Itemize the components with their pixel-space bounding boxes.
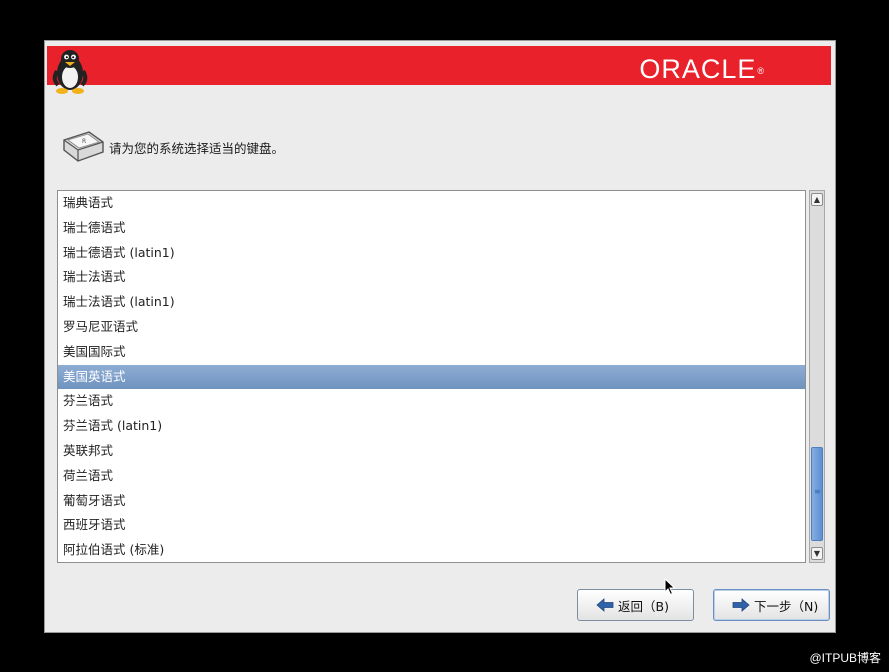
- oracle-logo: ORACLE®: [639, 55, 765, 83]
- list-item[interactable]: 美国国际式: [58, 340, 805, 365]
- list-item[interactable]: 阿拉伯语式 (标准): [58, 538, 805, 562]
- list-item[interactable]: 瑞典语式: [58, 191, 805, 216]
- next-button-label: 下一步（N): [754, 598, 819, 614]
- brand-text: ORACLE: [639, 54, 757, 84]
- svg-text:R: R: [82, 138, 86, 145]
- list-item[interactable]: 芬兰语式: [58, 389, 805, 414]
- list-item[interactable]: 瑞士法语式 (latin1): [58, 290, 805, 315]
- grip-icon: ≡: [814, 487, 821, 496]
- list-item[interactable]: 瑞士德语式 (latin1): [58, 241, 805, 266]
- list-item[interactable]: 西班牙语式: [58, 513, 805, 538]
- list-item[interactable]: 芬兰语式 (latin1): [58, 414, 805, 439]
- mouse-pointer-icon: [664, 578, 676, 596]
- list-item[interactable]: 罗马尼亚语式: [58, 315, 805, 340]
- list-item-selected[interactable]: 美国英语式: [58, 364, 805, 390]
- back-button[interactable]: 返回（B): [577, 589, 694, 621]
- tux-penguin-icon: [52, 50, 88, 94]
- list-item[interactable]: 荷兰语式: [58, 464, 805, 489]
- installer-window: ORACLE® R 请为您的系统选择适当的键盘。 瑞典语式 瑞士德语式 瑞士德语…: [44, 40, 836, 633]
- list-item[interactable]: 英联邦式: [58, 439, 805, 464]
- next-button[interactable]: 下一步（N): [713, 589, 830, 621]
- scroll-up-arrow-icon[interactable]: ▲: [811, 193, 823, 206]
- keyboard-icon: R: [63, 131, 104, 162]
- header-banner: ORACLE®: [47, 46, 831, 94]
- scrollbar-thumb[interactable]: ≡: [811, 447, 823, 541]
- keyboard-listbox[interactable]: 瑞典语式 瑞士德语式 瑞士德语式 (latin1) 瑞士法语式 瑞士法语式 (l…: [57, 190, 806, 563]
- list-item[interactable]: 葡萄牙语式: [58, 489, 805, 514]
- left-arrow-icon: [596, 598, 614, 612]
- back-button-label: 返回（B): [618, 598, 669, 614]
- right-arrow-icon: [732, 598, 750, 612]
- keyboard-prompt: 请为您的系统选择适当的键盘。: [109, 141, 285, 156]
- registered-mark: ®: [757, 66, 765, 76]
- list-item[interactable]: 瑞士法语式: [58, 265, 805, 290]
- list-item[interactable]: 瑞士德语式: [58, 216, 805, 241]
- scroll-down-arrow-icon[interactable]: ▼: [811, 547, 823, 560]
- watermark: @ITPUB博客: [809, 651, 881, 665]
- list-scrollbar[interactable]: ▲ ≡ ▼: [809, 190, 825, 563]
